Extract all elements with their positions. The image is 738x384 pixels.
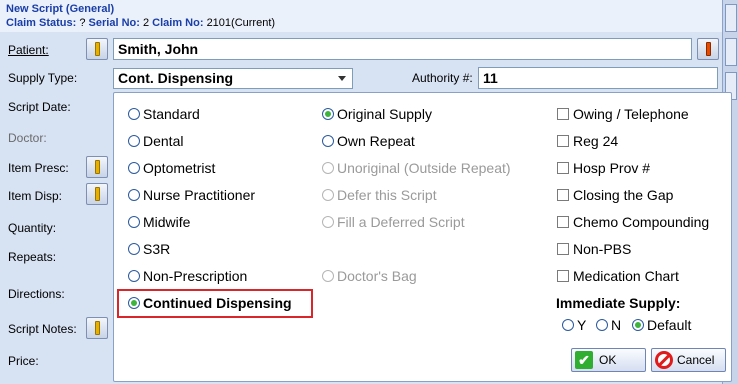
cancel-button[interactable]: Cancel: [651, 348, 726, 372]
pin-icon: [94, 321, 100, 335]
dialog-header: New Script (General) Claim Status: ? Ser…: [0, 0, 722, 32]
radio-circle: [322, 162, 334, 174]
pin-icon: [94, 160, 100, 174]
radio-original-supply[interactable]: Original Supply: [322, 106, 432, 122]
patient-lookup-button[interactable]: [86, 38, 108, 60]
ok-button[interactable]: ✔ OK: [571, 348, 646, 372]
radio-s3r[interactable]: S3R: [128, 241, 170, 257]
no-entry-icon: [655, 351, 673, 369]
radio-circle-selected: [322, 108, 334, 120]
item-disp-lookup-button[interactable]: [86, 183, 108, 205]
radio-optometrist[interactable]: Optometrist: [128, 160, 215, 176]
ok-button-label: OK: [599, 353, 617, 367]
radio-circle: [128, 108, 140, 120]
checkbox-box: [557, 189, 569, 201]
checkbox-box: [557, 135, 569, 147]
radio-circle: [128, 270, 140, 282]
radio-circle: [596, 319, 608, 331]
checkbox-reg-24[interactable]: Reg 24: [557, 133, 618, 149]
radio-unoriginal-outside-repeat: Unoriginal (Outside Repeat): [322, 160, 511, 176]
checkbox-box: [557, 270, 569, 282]
item-disp-label: Item Disp:: [8, 189, 63, 203]
item-presc-label: Item Presc:: [8, 161, 69, 175]
radio-circle: [128, 243, 140, 255]
checkbox-non-pbs[interactable]: Non-PBS: [557, 241, 631, 257]
script-notes-label: Script Notes:: [8, 322, 77, 336]
strip-button-middle[interactable]: [725, 38, 737, 66]
claim-info-line: Claim Status: ? Serial No: 2 Claim No: 2…: [6, 17, 275, 29]
checkbox-box: [557, 243, 569, 255]
radio-circle-selected: [632, 319, 644, 331]
claim-status-label: Claim Status:: [6, 17, 77, 29]
patient-label: Patient:: [8, 43, 49, 57]
pin-icon: [94, 187, 100, 201]
radio-circle: [128, 189, 140, 201]
radio-midwife[interactable]: Midwife: [128, 214, 190, 230]
repeats-label: Repeats:: [8, 250, 57, 264]
radio-circle: [322, 270, 334, 282]
checkbox-box: [557, 162, 569, 174]
chevron-down-icon: [338, 76, 346, 81]
checkbox-box: [557, 216, 569, 228]
radio-circle: [322, 189, 334, 201]
radio-fill-deferred-script: Fill a Deferred Script: [322, 214, 465, 230]
script-notes-button[interactable]: [86, 317, 108, 339]
radio-circle: [128, 162, 140, 174]
price-label: Price:: [8, 354, 39, 368]
radio-immediate-default[interactable]: Default: [632, 317, 691, 333]
checkbox-chemo-compounding[interactable]: Chemo Compounding: [557, 214, 709, 230]
serial-value: 2: [142, 17, 150, 29]
immediate-supply-label: Immediate Supply:: [556, 295, 681, 311]
radio-circle: [322, 216, 334, 228]
claim-no-value: 2101(Current): [206, 17, 276, 29]
alert-pin-icon: [705, 42, 711, 56]
supply-type-value: Cont. Dispensing: [118, 70, 234, 86]
supply-type-select[interactable]: Cont. Dispensing: [113, 68, 353, 89]
selection-highlight-box: [117, 289, 313, 318]
checkmark-icon: ✔: [575, 351, 593, 369]
item-presc-lookup-button[interactable]: [86, 156, 108, 178]
authority-label: Authority #:: [412, 71, 473, 85]
quantity-label: Quantity:: [8, 221, 57, 235]
patient-input[interactable]: Smith, John: [113, 38, 692, 60]
claim-no-label: Claim No:: [152, 17, 204, 29]
pin-icon: [94, 42, 100, 56]
doctor-label: Doctor:: [8, 131, 47, 145]
radio-own-repeat[interactable]: Own Repeat: [322, 133, 415, 149]
radio-nurse-practitioner[interactable]: Nurse Practitioner: [128, 187, 255, 203]
dialog-title: New Script (General): [6, 3, 115, 15]
checkbox-box: [557, 108, 569, 120]
radio-doctors-bag: Doctor's Bag: [322, 268, 417, 284]
radio-circle: [322, 135, 334, 147]
supply-type-label: Supply Type:: [8, 71, 78, 85]
checkbox-medication-chart[interactable]: Medication Chart: [557, 268, 679, 284]
authority-input[interactable]: 11: [478, 67, 718, 89]
radio-defer-this-script: Defer this Script: [322, 187, 437, 203]
radio-circle: [128, 135, 140, 147]
directions-label: Directions:: [8, 287, 65, 301]
radio-non-prescription[interactable]: Non-Prescription: [128, 268, 247, 284]
radio-standard[interactable]: Standard: [128, 106, 200, 122]
radio-dental[interactable]: Dental: [128, 133, 183, 149]
patient-alert-button[interactable]: [697, 38, 719, 60]
checkbox-hosp-prov[interactable]: Hosp Prov #: [557, 160, 650, 176]
cancel-button-label: Cancel: [677, 353, 715, 367]
supply-type-options-panel: [113, 92, 732, 382]
radio-circle: [562, 319, 574, 331]
checkbox-owing-telephone[interactable]: Owing / Telephone: [557, 106, 689, 122]
radio-circle: [128, 216, 140, 228]
strip-button-top[interactable]: [725, 4, 737, 32]
script-date-label: Script Date:: [8, 100, 71, 114]
radio-immediate-no[interactable]: N: [596, 317, 621, 333]
radio-immediate-yes[interactable]: Y: [562, 317, 586, 333]
serial-label: Serial No:: [88, 17, 140, 29]
claim-status-value: ?: [79, 17, 86, 29]
checkbox-closing-the-gap[interactable]: Closing the Gap: [557, 187, 673, 203]
